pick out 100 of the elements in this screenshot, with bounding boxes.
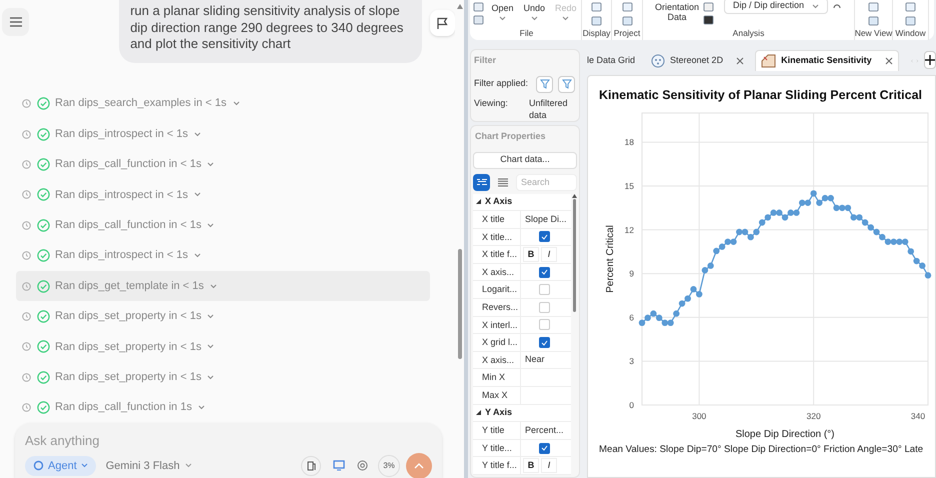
scroll-up-icon[interactable] (456, 4, 462, 9)
monitor-icon[interactable] (333, 460, 345, 472)
ribbon-group-label: Project (614, 27, 640, 40)
property-label: Max X (473, 387, 521, 404)
view-icon[interactable] (868, 2, 879, 12)
tab[interactable]: le Data Grid (582, 50, 640, 71)
checkbox[interactable] (539, 442, 550, 454)
check-circle-icon (37, 310, 50, 323)
clock-icon (22, 220, 31, 230)
collapse-icon[interactable] (476, 410, 481, 416)
attach-button[interactable] (301, 456, 321, 476)
chevron-icon[interactable] (194, 192, 201, 198)
checkbox[interactable] (539, 302, 550, 313)
message-field[interactable]: Ask anything Agent Gemini 3 Flash 3% (15, 422, 442, 478)
mode-dropdown[interactable]: Agent (25, 456, 96, 476)
chevron-icon[interactable] (207, 374, 214, 380)
viewing-value: Unfiltered data (529, 96, 569, 120)
plus-icon (925, 55, 935, 65)
checkbox[interactable] (539, 266, 550, 278)
property-label: Revers... (473, 299, 521, 316)
data-point (673, 310, 680, 317)
view-mode-button[interactable] (473, 174, 490, 190)
dip-format-select[interactable]: Dip / Dip direction (724, 0, 828, 14)
property-label: X title f... (473, 246, 521, 263)
view-icon[interactable] (622, 2, 632, 12)
scroll-up-icon[interactable] (572, 194, 576, 198)
checkmark-icon (541, 234, 548, 240)
checkbox[interactable] (539, 337, 550, 348)
chevron-icon[interactable] (232, 101, 240, 106)
y-tick-label: 12 (624, 224, 634, 235)
tool-run-label: Ran dips_set_property in < 1s (55, 340, 202, 355)
view-icon[interactable] (622, 16, 632, 26)
list-icon (498, 178, 508, 186)
clear-filter-button[interactable] (536, 76, 553, 92)
menu-button[interactable] (2, 8, 30, 36)
flag-button[interactable] (430, 10, 455, 36)
property-label: X title... (473, 228, 521, 246)
checkbox[interactable] (539, 284, 550, 296)
property-label: Y title (473, 422, 521, 439)
ribbon-button[interactable]: Undo (520, 2, 548, 20)
check-circle-icon (37, 340, 50, 354)
property-label: X grid l... (473, 334, 521, 351)
data-point (924, 272, 932, 278)
check-circle-icon (37, 218, 50, 232)
new-tab-button[interactable] (924, 51, 936, 69)
view-icon[interactable] (868, 16, 879, 26)
chevron-icon[interactable] (207, 314, 214, 319)
search-field[interactable]: Search (516, 174, 577, 190)
agent-icon (33, 460, 44, 472)
tool-run-row[interactable]: Ran dips_get_template in < 1s (16, 270, 430, 302)
chevron-icon[interactable] (194, 253, 201, 258)
bold-button[interactable]: B (523, 247, 539, 262)
property-label: X axis... (473, 264, 521, 280)
panel-title: Chart Properties (475, 130, 547, 143)
chart-data-button[interactable]: Chart data... (473, 152, 577, 168)
property-value: Percent... (524, 424, 564, 437)
chevron-icon[interactable] (207, 222, 214, 228)
close-icon[interactable] (884, 57, 893, 65)
chevron-icon[interactable] (194, 132, 201, 137)
send-button[interactable] (406, 452, 432, 478)
message-input[interactable]: Ask anything (25, 432, 432, 450)
scrollbar-thumb[interactable] (458, 249, 462, 359)
model-dropdown[interactable]: Gemini 3 Flash (106, 458, 192, 474)
check-circle-icon (37, 401, 50, 414)
file-icon[interactable] (473, 2, 484, 12)
ribbon-button[interactable]: Open (488, 2, 516, 20)
clock-icon (22, 130, 31, 139)
filter-button[interactable] (558, 76, 575, 92)
chevron-icon (184, 463, 192, 468)
chevron-icon[interactable] (198, 405, 205, 410)
chevron-icon (562, 16, 570, 20)
chart-icon[interactable] (703, 2, 714, 12)
italic-button[interactable]: I (541, 247, 557, 262)
chevron-icon[interactable] (207, 162, 214, 167)
tab[interactable]: Stereonet 2D (646, 50, 750, 71)
view-icon[interactable] (591, 2, 602, 12)
chevron-icon[interactable] (210, 284, 217, 289)
collapse-icon[interactable] (476, 199, 481, 204)
checkbox[interactable] (539, 231, 550, 242)
save-icon[interactable] (473, 15, 484, 25)
grid-icon[interactable] (703, 15, 714, 25)
view-icon[interactable] (591, 16, 602, 26)
section-header: Y Axis (485, 406, 512, 420)
check-circle-icon (37, 128, 50, 141)
clock-icon (22, 342, 31, 352)
tab[interactable]: Kinematic Sensitivity (755, 50, 899, 71)
italic-button[interactable]: I (541, 458, 557, 474)
refresh-icon[interactable] (832, 2, 842, 10)
checkbox[interactable] (539, 319, 550, 330)
tool-run-label: Ran dips_introspect in < 1s (55, 188, 188, 203)
view-icon[interactable] (905, 16, 916, 26)
orientation-data-button[interactable]: Orientation Data (655, 2, 699, 22)
bold-button[interactable]: B (523, 458, 539, 474)
chevron-icon[interactable] (207, 344, 214, 350)
close-icon[interactable] (736, 56, 744, 64)
view-icon[interactable] (905, 2, 916, 12)
scrollbar-thumb[interactable] (572, 198, 576, 312)
y-axis-title: Percent Critical (605, 224, 616, 293)
ribbon-group-label: New View (854, 27, 892, 40)
chevron-icon (530, 16, 538, 20)
